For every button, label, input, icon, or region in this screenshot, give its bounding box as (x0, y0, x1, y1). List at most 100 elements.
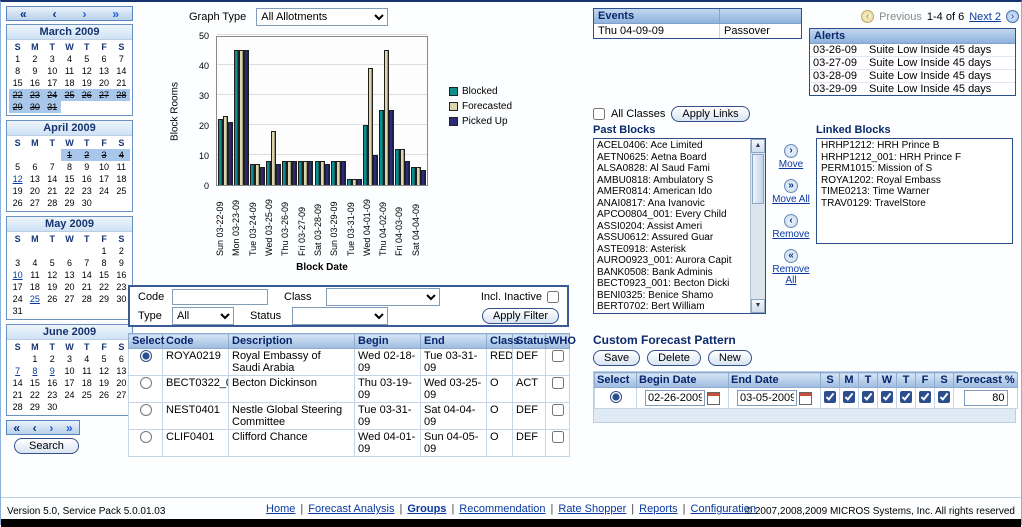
block-select-radio[interactable] (140, 404, 152, 416)
delete-button[interactable]: Delete (647, 350, 701, 366)
calendar-day[interactable]: 17 (61, 377, 78, 389)
calendar-day[interactable]: 10 (44, 65, 61, 77)
save-button[interactable]: Save (593, 350, 640, 366)
calendar-day[interactable]: 10 (9, 269, 26, 281)
previous-month-icon[interactable]: ‹ (33, 422, 37, 434)
day-checkbox-tue[interactable] (862, 391, 874, 403)
first-page-icon[interactable]: « (20, 8, 27, 20)
block-select-radio[interactable] (140, 377, 152, 389)
calendar-day[interactable]: 19 (9, 185, 26, 197)
who-checkbox[interactable] (552, 377, 564, 389)
calendar-day[interactable]: 11 (78, 365, 95, 377)
end-date-input[interactable] (737, 390, 797, 406)
calendar-day[interactable]: 4 (78, 353, 95, 365)
calendar-picker-icon[interactable] (707, 392, 720, 405)
linked-block-item[interactable]: HRHP1212_001: HRH Prince F (819, 152, 1010, 164)
calendar-day[interactable]: 3 (9, 257, 26, 269)
calendar-day[interactable]: 14 (44, 173, 61, 185)
calendar-day[interactable]: 11 (26, 269, 43, 281)
blocks-table-header[interactable]: Status (513, 334, 546, 349)
calendar-day[interactable]: 29 (26, 401, 43, 413)
calendar-day[interactable]: 21 (113, 77, 130, 89)
past-block-item[interactable]: BERT0702: Bert William (595, 301, 749, 313)
calendar-day[interactable]: 12 (78, 65, 95, 77)
calendar-day[interactable]: 14 (9, 377, 26, 389)
calendar-day[interactable]: 19 (78, 77, 95, 89)
calendar-day[interactable]: 25 (61, 89, 78, 101)
linked-block-item[interactable]: HRHP1212: HRH Prince B (819, 140, 1010, 152)
calendar-day[interactable]: 19 (95, 377, 112, 389)
calendar-day[interactable]: 7 (9, 365, 26, 377)
calendar-day[interactable]: 18 (78, 377, 95, 389)
previous-page-icon[interactable]: ‹ (861, 10, 874, 23)
calendar-day[interactable]: 17 (9, 281, 26, 293)
past-blocks-scrollbar[interactable]: ▲ ▼ (750, 139, 765, 313)
calendar-day[interactable]: 2 (26, 53, 43, 65)
new-button[interactable]: New (708, 350, 752, 366)
calendar-day[interactable]: 15 (95, 269, 112, 281)
calendar-day[interactable]: 25 (26, 293, 43, 305)
scroll-thumb[interactable] (752, 154, 764, 204)
calendar-day[interactable]: 18 (61, 77, 78, 89)
blocks-table-header[interactable]: WHO (546, 334, 570, 349)
calendar-day[interactable]: 16 (44, 377, 61, 389)
block-select-radio[interactable] (140, 431, 152, 443)
day-checkbox-fri[interactable] (919, 391, 931, 403)
calendar-day[interactable]: 16 (26, 77, 43, 89)
calendar-day[interactable]: 4 (26, 257, 43, 269)
calendar-day[interactable]: 20 (26, 185, 43, 197)
calendar-day[interactable]: 1 (26, 353, 43, 365)
past-blocks-listbox[interactable]: ACEL0406: Ace LimitedAETN0625: Aetna Boa… (593, 138, 766, 314)
previous-month-icon[interactable]: ‹ (53, 8, 57, 20)
calendar-day[interactable]: 22 (61, 185, 78, 197)
calendar-day[interactable]: 13 (26, 173, 43, 185)
blocks-table-header[interactable]: Begin (355, 334, 421, 349)
calendar-day[interactable]: 22 (9, 89, 26, 101)
calendar-day[interactable]: 1 (95, 245, 112, 257)
calendar-day[interactable]: 21 (9, 389, 26, 401)
calendar-day[interactable]: 2 (44, 353, 61, 365)
next-label[interactable]: Next 2 (969, 11, 1001, 23)
calendar-day[interactable]: 22 (26, 389, 43, 401)
remove-icon[interactable]: ‹ (784, 214, 798, 228)
calendar-day[interactable]: 15 (9, 77, 26, 89)
remove-link[interactable]: Remove (767, 229, 815, 240)
calendar-day[interactable]: 5 (78, 53, 95, 65)
past-block-item[interactable]: BENI0325: Benice Shamo (595, 290, 749, 302)
incl-inactive-checkbox[interactable] (547, 291, 559, 303)
calendar-day[interactable]: 13 (61, 269, 78, 281)
calendar-day[interactable]: 15 (61, 173, 78, 185)
calendar-day[interactable]: 1 (9, 53, 26, 65)
remove-all-icon[interactable]: « (784, 249, 798, 263)
calendar-day[interactable]: 29 (95, 293, 112, 305)
footer-link-home[interactable]: Home (266, 503, 295, 515)
calendar-day[interactable]: 3 (44, 53, 61, 65)
calendar-day[interactable]: 23 (78, 185, 95, 197)
calendar-day[interactable]: 22 (95, 281, 112, 293)
calendar-day[interactable]: 15 (26, 377, 43, 389)
calendar-day[interactable]: 11 (61, 65, 78, 77)
past-block-item[interactable]: ASTE0918: Asterisk (595, 244, 749, 256)
calendar-day[interactable]: 23 (26, 89, 43, 101)
calendar-day[interactable]: 26 (44, 293, 61, 305)
calendar-day[interactable]: 9 (113, 257, 130, 269)
calendar-day[interactable]: 4 (61, 53, 78, 65)
move-all-icon[interactable]: » (784, 179, 798, 193)
calendar-day[interactable]: 6 (95, 53, 112, 65)
calendar-day[interactable]: 24 (44, 89, 61, 101)
calendar-day[interactable]: 1 (61, 149, 78, 161)
calendar-day[interactable]: 27 (61, 293, 78, 305)
who-checkbox[interactable] (552, 350, 564, 362)
graph-type-select[interactable]: All Allotments (256, 8, 388, 26)
calendar-day[interactable]: 28 (9, 401, 26, 413)
calendar-day[interactable]: 28 (113, 89, 130, 101)
calendar-day[interactable]: 25 (78, 389, 95, 401)
calendar-day[interactable]: 31 (9, 305, 26, 317)
past-block-item[interactable]: BANK0508: Bank Adminis (595, 267, 749, 279)
calendar-day[interactable]: 6 (26, 161, 43, 173)
scroll-down-icon[interactable]: ▼ (751, 299, 765, 313)
calendar-day[interactable]: 7 (44, 161, 61, 173)
calendar-day[interactable]: 8 (9, 65, 26, 77)
calendar-day[interactable]: 31 (44, 101, 61, 113)
who-checkbox[interactable] (552, 404, 564, 416)
